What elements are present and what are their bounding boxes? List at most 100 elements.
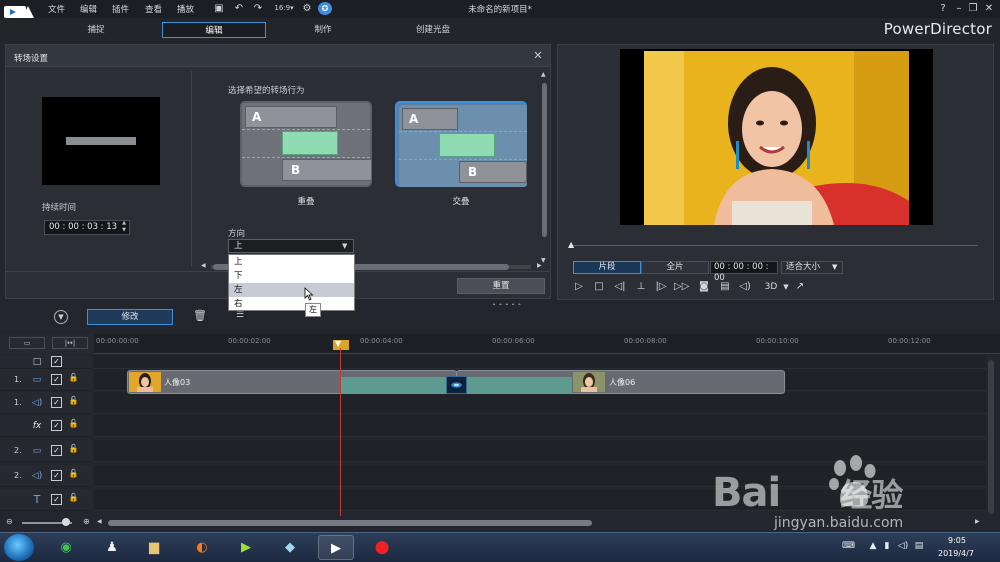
zoom-out-icon[interactable]: ⊖ [6, 517, 13, 526]
track-lane-fx[interactable] [94, 415, 986, 437]
chevron-down-icon[interactable]: ▼ [342, 240, 352, 252]
lock-icon[interactable]: 🔓 [68, 419, 79, 431]
duration-spinner-icon[interactable]: ▲ ▼ [118, 220, 130, 235]
panel-vertical-scrollbar[interactable]: ▲ ▼ [540, 71, 550, 267]
scroll-up-icon[interactable]: ▲ [541, 71, 546, 78]
qq-icon[interactable]: ♟ [94, 535, 130, 560]
lock-icon[interactable]: 🔓 [68, 396, 79, 408]
upgrade-icon[interactable]: ✪ [318, 2, 332, 15]
help-icon[interactable]: ? [936, 2, 950, 15]
powerdirector-taskbar-icon[interactable]: ▶ [318, 535, 354, 560]
scrub-track[interactable] [572, 245, 978, 246]
overlap-transition-option[interactable]: A B [240, 101, 372, 187]
track-enable-checkbox[interactable]: ✓ [51, 356, 62, 367]
cross-transition-option[interactable]: A B [395, 101, 527, 187]
previous-frame-icon[interactable]: ◁| [613, 280, 627, 294]
track-lane-audio-1[interactable] [94, 392, 986, 414]
redo-icon[interactable]: ↷ [251, 2, 265, 15]
transition-thumbnail-icon[interactable] [446, 376, 467, 394]
settings-gear-icon[interactable]: ⚙ [300, 2, 314, 15]
scroll-left-icon[interactable]: ◀ [97, 518, 102, 525]
menu-play[interactable]: 播放 [177, 3, 194, 15]
snapshot-camera-icon[interactable]: ◙ [697, 280, 711, 294]
volume-icon[interactable]: ◁) [738, 280, 752, 294]
scroll-down-icon[interactable]: ▼ [541, 257, 546, 264]
media-app-icon[interactable]: ▶ [228, 535, 264, 560]
scroll-left-icon[interactable]: ◀ [201, 262, 206, 269]
more-tools-icon[interactable]: ☰ [236, 310, 248, 324]
device-icon[interactable]: ▮ [881, 540, 893, 552]
playhead-handle-icon[interactable]: ▼ [335, 340, 345, 348]
chevron-down-icon[interactable]: ▼ [779, 280, 793, 294]
clock-date[interactable]: 2019/4/7 [938, 549, 974, 558]
track-enable-checkbox[interactable]: ✓ [51, 420, 62, 431]
direction-option-right[interactable]: 右 [229, 297, 354, 311]
menu-view[interactable]: 查看 [145, 3, 162, 15]
aspect-ratio-icon[interactable]: 16:9▾ [273, 2, 295, 15]
menu-file[interactable]: 文件 [48, 3, 65, 15]
lock-icon[interactable]: 🔓 [68, 493, 79, 505]
browser-360-icon[interactable]: ◉ [48, 535, 84, 560]
fit-timeline-button[interactable]: |↔| [52, 337, 88, 349]
undock-icon[interactable]: ↗ [793, 280, 807, 294]
timecode-display[interactable]: 00 : 00 : 00 : 00 [710, 261, 778, 283]
play-icon[interactable]: ▷ [572, 280, 586, 294]
lock-icon[interactable]: 🔓 [68, 469, 79, 481]
direction-option-down[interactable]: 下 [229, 269, 354, 283]
keyboard-icon[interactable]: ⌨ [842, 540, 855, 552]
save-icon[interactable]: ▣ [212, 2, 226, 15]
clock-time[interactable]: 9:05 [948, 536, 966, 545]
speaker-icon[interactable]: ◁) [897, 540, 909, 552]
zoom-in-icon[interactable]: ⊕ [83, 517, 90, 526]
timeline-ruler[interactable]: 00:00:00:00 00:00:02:00 00:00:04:00 00:0… [94, 334, 1000, 354]
next-frame-icon[interactable]: |▷ [654, 280, 668, 294]
trash-icon[interactable]: 🗑 [193, 309, 207, 325]
menu-plugins[interactable]: 插件 [112, 3, 129, 15]
undo-icon[interactable]: ↶ [232, 2, 246, 15]
track-enable-checkbox[interactable]: ✓ [51, 397, 62, 408]
scrub-handle-icon[interactable]: ▲ [568, 240, 576, 249]
track-enable-checkbox[interactable]: ✓ [51, 494, 62, 505]
start-button[interactable] [4, 534, 34, 561]
timeline-vertical-scrollbar[interactable] [988, 360, 994, 514]
timeline-horizontal-scrollbar[interactable] [108, 520, 592, 526]
recorder-icon[interactable]: ⬤ [364, 535, 400, 560]
track-enable-checkbox[interactable]: ✓ [51, 470, 62, 481]
reset-button[interactable]: 重置 [457, 278, 545, 294]
panel-close-icon[interactable]: ✕ [530, 48, 546, 64]
close-window-icon[interactable]: ✕ [982, 2, 996, 15]
menu-edit[interactable]: 编辑 [80, 3, 97, 15]
direction-select[interactable]: 上 [228, 239, 354, 253]
split-icon[interactable]: ⊥ [634, 280, 648, 294]
direction-option-left[interactable]: 左 [229, 283, 354, 297]
tab-capture[interactable]: 捕捉 [44, 22, 148, 38]
track-toggle-icon[interactable]: □ [30, 355, 44, 369]
fit-size-select[interactable]: 适合大小 ▼ [781, 261, 843, 274]
modify-button[interactable]: 修改 [87, 309, 173, 325]
scroll-right-icon[interactable]: ▶ [975, 518, 980, 525]
tab-create-disc[interactable]: 创建光盘 [381, 22, 485, 38]
minimize-icon[interactable]: – [952, 2, 966, 15]
chevron-down-icon[interactable]: ▼ [832, 262, 837, 273]
scroll-thumb[interactable] [542, 83, 547, 237]
zoom-slider-handle[interactable] [62, 518, 70, 526]
clip-mode-button[interactable]: 片段 [573, 261, 641, 274]
tab-edit[interactable]: 编辑 [162, 22, 266, 38]
lock-icon[interactable]: 🔓 [68, 373, 79, 385]
restore-icon[interactable]: ❐ [966, 2, 980, 15]
notes-app-icon[interactable]: ◆ [272, 535, 308, 560]
firefox-icon[interactable]: ◐ [184, 535, 220, 560]
fast-forward-icon[interactable]: ▷▷ [674, 280, 689, 294]
track-enable-checkbox[interactable]: ✓ [51, 374, 62, 385]
stop-icon[interactable]: □ [592, 280, 606, 294]
collapse-toggle-icon[interactable]: ▼ [54, 310, 68, 324]
track-enable-checkbox[interactable]: ✓ [51, 445, 62, 456]
lock-icon[interactable]: 🔓 [68, 444, 79, 456]
network-icon[interactable]: ▤ [913, 540, 925, 552]
file-explorer-icon[interactable]: ▆ [136, 535, 172, 560]
show-hidden-icons-icon[interactable]: ▲ [867, 540, 879, 552]
tab-produce[interactable]: 制作 [271, 22, 375, 38]
storyboard-view-button[interactable]: ▭ [9, 337, 45, 349]
subtitle-icon[interactable]: ▤ [718, 280, 732, 294]
direction-option-up[interactable]: 上 [229, 255, 354, 269]
